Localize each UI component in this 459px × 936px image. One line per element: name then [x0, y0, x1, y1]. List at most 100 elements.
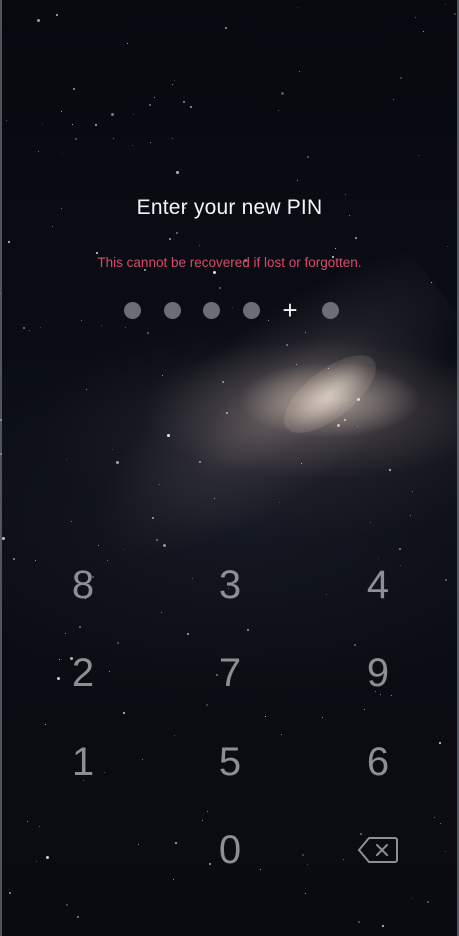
star [190, 106, 192, 108]
star [297, 180, 298, 181]
star [445, 4, 446, 5]
keypad-key-9[interactable]: 9 [333, 638, 423, 708]
star [183, 101, 185, 103]
star [400, 77, 402, 79]
star [281, 734, 282, 735]
star [138, 844, 139, 845]
star [297, 7, 298, 8]
star [95, 124, 97, 126]
pin-slot-1 [120, 298, 144, 322]
star [38, 151, 39, 152]
star [445, 851, 446, 852]
galaxy-core [271, 341, 389, 447]
star [133, 114, 134, 115]
star [410, 515, 411, 516]
star [112, 449, 113, 450]
keypad-key-0[interactable]: 0 [185, 815, 275, 885]
star [439, 742, 441, 744]
pin-slot-4 [239, 298, 263, 322]
star [29, 330, 30, 331]
backspace-button[interactable] [333, 815, 423, 885]
star [72, 124, 73, 125]
star [305, 332, 306, 333]
star [427, 901, 429, 903]
keypad-key-5[interactable]: 5 [185, 727, 275, 797]
pin-dot [123, 301, 141, 319]
pin-plus-icon: + [282, 295, 298, 325]
star [393, 99, 394, 100]
star [286, 344, 288, 346]
star [127, 43, 128, 44]
star [79, 626, 81, 628]
star [61, 111, 62, 112]
keypad-key-8[interactable]: 8 [38, 550, 128, 620]
star [167, 434, 170, 437]
star [447, 246, 448, 247]
pin-slot-3 [199, 298, 223, 322]
star [199, 245, 200, 246]
pin-entry-screen: Enter your new PIN This cannot be recove… [0, 0, 459, 936]
star [23, 327, 25, 329]
star [302, 854, 304, 856]
star [174, 735, 175, 736]
star [199, 461, 201, 463]
star [149, 104, 151, 106]
star [219, 287, 221, 289]
star [98, 545, 99, 546]
star [328, 368, 329, 369]
star [431, 282, 432, 283]
star [73, 88, 75, 90]
star [187, 633, 189, 635]
keypad-key-2[interactable]: 2 [38, 638, 128, 708]
star [412, 491, 413, 492]
star [207, 811, 208, 812]
star [172, 84, 173, 85]
star [357, 426, 358, 427]
star [77, 916, 79, 918]
star [156, 539, 158, 541]
keypad-key-3[interactable]: 3 [185, 550, 275, 620]
star [101, 325, 102, 326]
star [415, 17, 416, 18]
star [8, 241, 10, 243]
star [142, 759, 143, 760]
keypad-key-1[interactable]: 1 [38, 727, 128, 797]
star [299, 71, 300, 72]
star [279, 502, 280, 503]
star [434, 817, 435, 818]
pin-slot-2 [160, 298, 184, 322]
star [278, 110, 279, 111]
star [265, 716, 266, 717]
star [13, 558, 15, 560]
star [225, 27, 227, 29]
star [176, 232, 178, 234]
star [71, 521, 72, 522]
star [355, 237, 357, 239]
star [96, 252, 98, 254]
pin-warning-text: This cannot be recovered if lost or forg… [97, 255, 362, 270]
star [176, 171, 179, 174]
star [66, 904, 68, 906]
backspace-icon [358, 837, 398, 863]
star [335, 248, 336, 249]
pin-dot [242, 301, 260, 319]
star [175, 842, 177, 844]
star [123, 712, 125, 714]
star [39, 826, 40, 827]
star [344, 419, 346, 421]
star [301, 463, 302, 464]
keypad-key-4[interactable]: 4 [333, 550, 423, 620]
star [147, 332, 149, 334]
star [36, 861, 37, 862]
pin-indicator: + [0, 295, 459, 325]
star [42, 124, 43, 125]
star [345, 194, 346, 195]
page-title: Enter your new PIN [136, 196, 323, 219]
star [213, 271, 216, 274]
keypad-key-7[interactable]: 7 [185, 638, 275, 708]
keypad-key-6[interactable]: 6 [333, 727, 423, 797]
pin-slot-5: + [278, 295, 302, 325]
star [358, 921, 360, 923]
star [6, 120, 7, 121]
star [370, 522, 371, 523]
